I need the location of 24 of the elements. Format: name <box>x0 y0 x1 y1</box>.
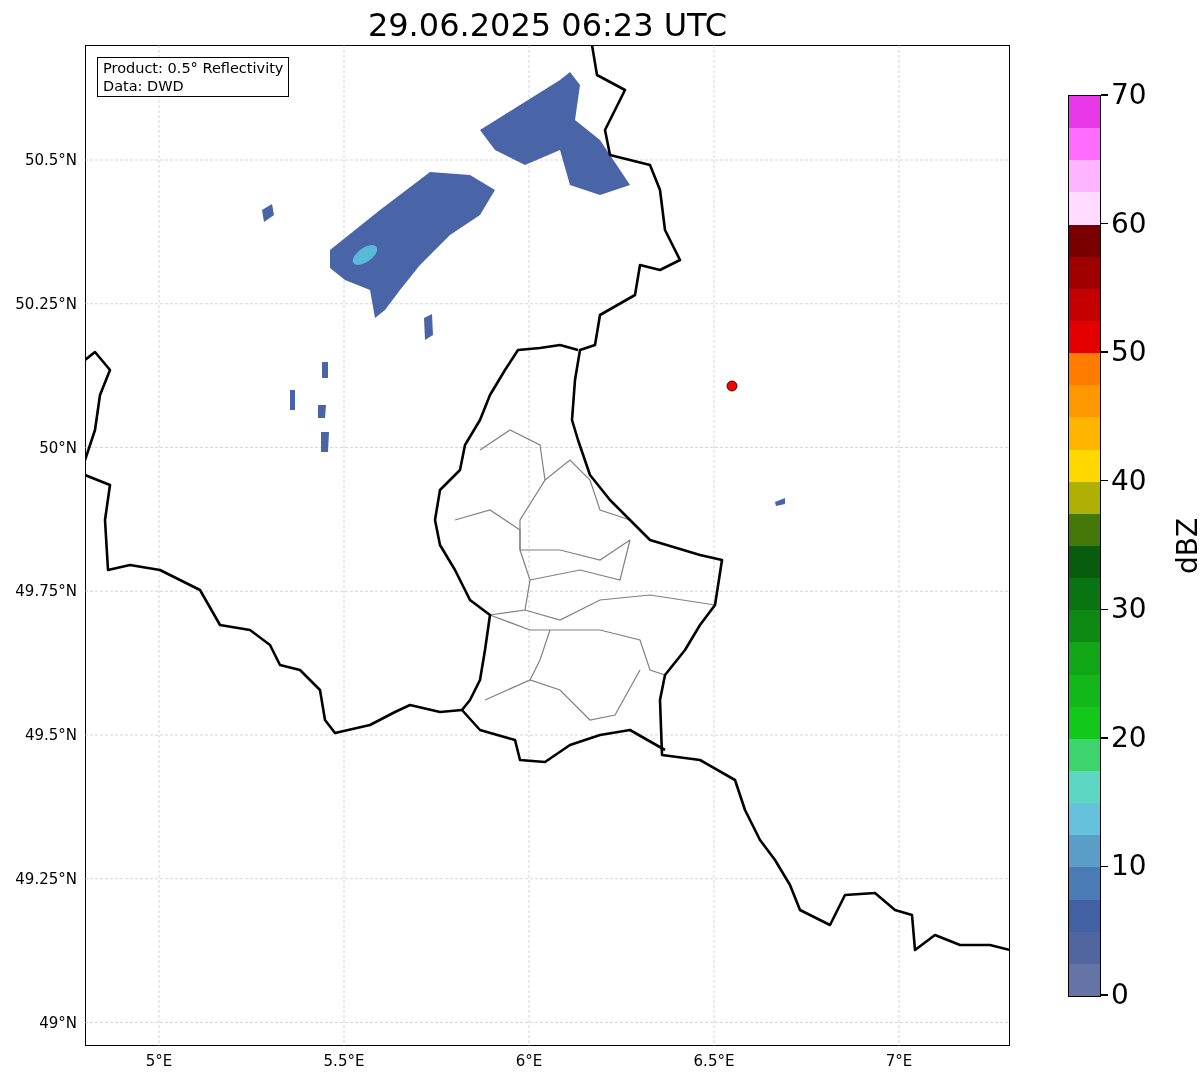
axis-tick-label: 5.5°E <box>323 1052 365 1070</box>
axis-tick-label: 50.5°N <box>24 151 77 169</box>
colorbar-tick-label: 20 <box>1111 721 1147 754</box>
chart-title: 29.06.2025 06:23 UTC <box>367 5 728 45</box>
colorbar-tick-label: 70 <box>1111 79 1147 111</box>
colorbar-tick-label: 50 <box>1111 336 1147 369</box>
colorbar-tick-label: 10 <box>1111 850 1147 883</box>
axis-tick-label: 49.25°N <box>15 869 77 888</box>
axis-tick-label: 5°E <box>145 1052 173 1070</box>
axis-tick-label: 6°E <box>515 1052 543 1070</box>
axis-tick-label: 49.5°N <box>24 726 77 744</box>
colorbar-tick-label: 60 <box>1111 207 1147 240</box>
axis-tick-label: 6.5°E <box>693 1052 735 1070</box>
axis-tick-label: 7°E <box>885 1052 913 1070</box>
info-text: Data: DWD <box>103 77 185 95</box>
axis-tick-label: 49°N <box>39 1013 77 1032</box>
colorbar-tick-label: 30 <box>1111 593 1147 626</box>
axis-tick-label: 50.25°N <box>15 294 77 313</box>
colorbar-label: dBZ <box>1172 517 1202 575</box>
axis-tick-label: 49.75°N <box>15 582 77 601</box>
colorbar-tick-label: 40 <box>1111 464 1147 497</box>
info-text: Product: 0.5° Reflectivity <box>103 59 284 77</box>
colorbar-tick-label: 0 <box>1111 979 1129 1011</box>
axis-tick-label: 50°N <box>39 438 77 457</box>
